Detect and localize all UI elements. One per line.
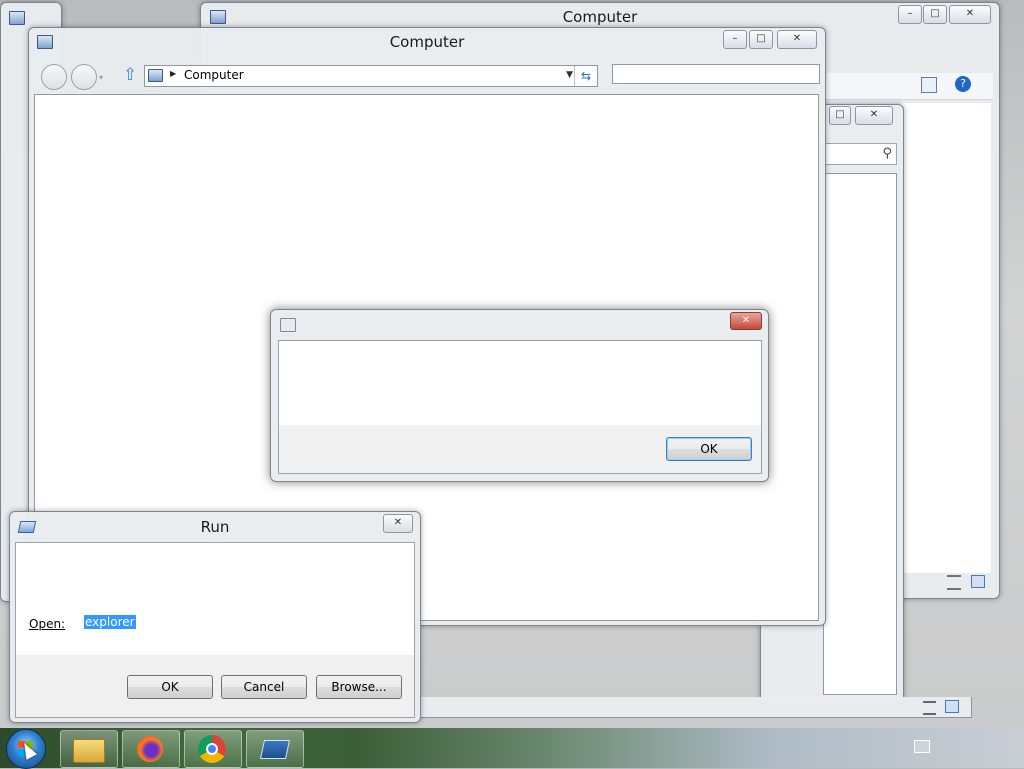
network-tray-icon[interactable] bbox=[914, 740, 930, 753]
up-arrow-icon[interactable]: ⇧ bbox=[123, 66, 137, 84]
main-window-titlebar[interactable]: Computer – □ ✕ bbox=[29, 28, 825, 58]
computer-icon bbox=[148, 69, 163, 82]
close-button[interactable]: ✕ bbox=[730, 312, 762, 330]
taskbar-item-chrome[interactable] bbox=[184, 730, 242, 768]
close-button[interactable]: ✕ bbox=[383, 514, 413, 533]
maximize-button[interactable]: □ bbox=[923, 5, 947, 24]
chrome-center-icon bbox=[206, 743, 218, 755]
maximize-button[interactable]: □ bbox=[749, 30, 773, 49]
preview-pane-icon[interactable] bbox=[921, 77, 937, 93]
details-view-icon[interactable] bbox=[947, 575, 961, 590]
taskbar bbox=[0, 728, 1024, 769]
ok-button[interactable]: OK bbox=[127, 675, 213, 699]
open-label: Open: bbox=[29, 617, 66, 631]
cancel-button[interactable]: Cancel bbox=[221, 675, 307, 699]
window-stack-bottom bbox=[420, 697, 972, 718]
maximize-button[interactable]: □ bbox=[829, 106, 851, 125]
search-icon: ⚲ bbox=[882, 146, 892, 161]
search-box[interactable]: ⚲ bbox=[823, 143, 897, 165]
folder-icon bbox=[73, 739, 105, 763]
close-button[interactable]: ✕ bbox=[777, 30, 817, 49]
address-dropdown-icon[interactable]: ▼ bbox=[566, 70, 573, 80]
details-view-icon[interactable] bbox=[923, 701, 936, 715]
preview-view-icon[interactable] bbox=[971, 575, 985, 588]
run-dialog: Run ✕ Open: explorer OK Cancel Browse... bbox=[9, 511, 421, 723]
breadcrumb-arrow-icon[interactable]: ▶ bbox=[170, 69, 176, 78]
run-dialog-body: Open: explorer OK Cancel Browse... bbox=[15, 542, 415, 718]
back-window-content bbox=[901, 103, 991, 573]
back-button[interactable] bbox=[41, 64, 67, 90]
firefox-icon bbox=[137, 736, 163, 762]
message-dialog: ✕ OK bbox=[270, 309, 769, 482]
chrome-icon bbox=[198, 735, 226, 763]
back-window-title: Computer bbox=[562, 8, 638, 26]
taskbar-item-run[interactable] bbox=[246, 730, 304, 768]
open-input-value: explorer bbox=[84, 615, 136, 629]
message-area: OK bbox=[278, 340, 762, 474]
close-button[interactable]: ✕ bbox=[949, 5, 991, 24]
address-bar[interactable]: ▶ Computer ▼ ⇆ bbox=[144, 65, 598, 87]
run-dialog-title: Run bbox=[200, 518, 230, 536]
open-input[interactable]: explorer bbox=[84, 615, 394, 633]
window-icon bbox=[280, 318, 296, 332]
ok-button[interactable]: OK bbox=[666, 437, 752, 461]
browse-button[interactable]: Browse... bbox=[316, 675, 402, 699]
close-button[interactable]: ✕ bbox=[855, 106, 893, 125]
search-input[interactable] bbox=[612, 64, 820, 84]
run-dialog-upper: Open: explorer bbox=[16, 543, 414, 655]
refresh-icon[interactable]: ⇆ bbox=[574, 66, 597, 86]
message-text-area bbox=[279, 341, 761, 425]
breadcrumb-computer[interactable]: Computer bbox=[184, 68, 244, 82]
minimize-button[interactable]: – bbox=[898, 5, 922, 24]
computer-icon bbox=[37, 35, 53, 49]
run-icon bbox=[259, 740, 291, 759]
forward-button[interactable] bbox=[71, 64, 97, 90]
taskbar-item-firefox[interactable] bbox=[122, 730, 180, 768]
recent-pages-icon[interactable]: ▾ bbox=[99, 73, 103, 82]
middle-window-content bbox=[823, 173, 897, 695]
main-window-title: Computer bbox=[389, 33, 465, 51]
help-icon[interactable]: ? bbox=[955, 76, 971, 92]
preview-view-icon[interactable] bbox=[945, 700, 959, 713]
taskbar-item-windows-explorer[interactable] bbox=[60, 730, 118, 768]
minimize-button[interactable]: – bbox=[723, 30, 747, 49]
computer-icon bbox=[210, 10, 226, 24]
computer-icon bbox=[9, 11, 25, 25]
